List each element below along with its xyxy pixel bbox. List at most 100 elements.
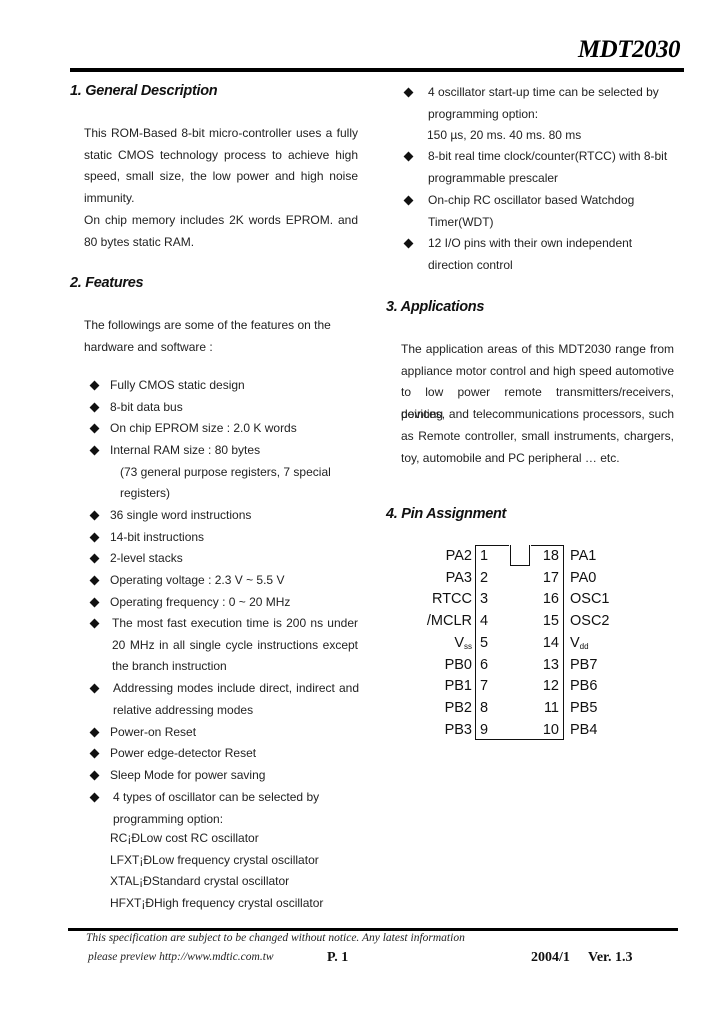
paragraph-line: hardware and software : — [84, 339, 213, 354]
feature-item-line: Power edge-detector Reset — [110, 746, 257, 760]
feature-item-line: 2-level stacks — [110, 551, 183, 565]
pin-name-text: PA2 — [445, 548, 472, 564]
pin-name-text: PB3 — [444, 721, 472, 738]
pin-name-text: PA0 — [570, 569, 597, 586]
pin-number: 11 — [543, 699, 559, 716]
bullet-diamond-icon — [89, 423, 100, 434]
feature-item-line: Internal RAM size : 80 bytes — [110, 443, 261, 457]
pin-name-left: PB3 — [445, 720, 472, 742]
pin-name-left: PB2 — [445, 698, 472, 720]
bullet-diamond-icon — [403, 87, 414, 98]
pin-name-left: PB0 — [445, 655, 472, 677]
pin-name-text: PB4 — [570, 721, 598, 738]
pin-name-left: RTCC — [432, 589, 472, 611]
pin-name-right: PB7 — [570, 655, 597, 677]
pin-number: 5 — [480, 634, 489, 651]
feature-item-line: 20 MHz in all single cycle instructions … — [112, 637, 358, 652]
feature-item-line: registers) — [120, 486, 171, 501]
pin-number: 12 — [542, 678, 559, 695]
feature-item-line: Operating frequency : 0 ~ 20 MHz — [110, 595, 291, 609]
paragraph-line: appliance motor control and high speed a… — [401, 363, 674, 378]
feature-item-line: programming option: — [428, 106, 539, 121]
pin-name-text: PB5 — [570, 699, 598, 716]
feature-item-line: On chip EPROM size : 2.0 K words — [110, 421, 297, 435]
pin-name-text: OSC2 — [570, 613, 610, 630]
pin-name-text: PB2 — [444, 699, 472, 716]
bullet-diamond-icon — [89, 683, 100, 694]
bullet-diamond-icon — [403, 195, 414, 206]
pin-name-right: PA0 — [570, 568, 596, 590]
feature-item-line: Operating voltage : 2.3 V ~ 5.5 V — [110, 573, 285, 587]
pin-number: 17 — [542, 569, 559, 586]
pin-number: 1 — [480, 548, 489, 564]
feature-item-line: 4 types of oscillator can be selected by — [113, 790, 320, 804]
paragraph-line: 80 bytes static RAM. — [84, 234, 195, 249]
feature-item-line: Sleep Mode for power saving — [110, 768, 266, 782]
revision-date: 2004/1 — [531, 950, 570, 965]
pin-name-right: OSC2 — [570, 611, 610, 633]
pin-name-left: /MCLR — [427, 611, 472, 633]
pin-name-right: OSC1 — [570, 589, 610, 611]
footer-notice-line1: This specification are subject to be cha… — [86, 932, 465, 944]
bullet-diamond-icon — [403, 151, 414, 162]
pin-name-text: RTCC — [431, 591, 472, 608]
pin-name-right: PB5 — [570, 698, 597, 720]
pin-number: 4 — [480, 613, 489, 630]
paragraph-line: The application areas of this MDT2030 ra… — [401, 342, 674, 356]
feature-item-line: direction control — [428, 257, 513, 272]
feature-item-line: (73 general purpose registers, 7 special — [120, 464, 331, 479]
pin-name-text: PA3 — [445, 569, 472, 586]
pin-number: 9 — [480, 721, 489, 738]
pin-number: 3 — [480, 591, 489, 608]
bullet-diamond-icon — [89, 597, 100, 608]
feature-item-line: the branch instruction — [112, 659, 227, 674]
feature-item-line: 12 I/O pins with their own independent — [428, 236, 633, 250]
pin-name-left: PA2 — [446, 546, 472, 568]
pin-name-text: OSC1 — [570, 591, 610, 608]
bullet-diamond-icon — [403, 238, 414, 249]
paragraph-line: static CMOS technology process to achiev… — [84, 147, 358, 162]
applications-heading: 3. Applications — [386, 299, 485, 315]
pin-name-text: PB1 — [444, 678, 472, 695]
paragraph-line: toy, automobile and PC peripheral … etc. — [401, 450, 620, 465]
pin-name-left: PB1 — [445, 676, 472, 698]
pin-number: 6 — [480, 656, 489, 673]
pin-name-text: PB0 — [444, 656, 472, 673]
document-title: MDT2030 — [577, 36, 681, 63]
bullet-diamond-icon — [89, 575, 100, 586]
paragraph-line: as Remote controller, small instruments,… — [401, 428, 674, 443]
feature-item-line: 36 single word instructions — [110, 508, 252, 522]
bullet-diamond-icon — [89, 532, 100, 543]
pin-name-text: V — [570, 634, 580, 651]
paragraph-line: speed, small size, the low power and hig… — [84, 169, 358, 184]
pin-number: 18 — [542, 548, 559, 564]
bullet-diamond-icon — [89, 618, 100, 629]
bullet-diamond-icon — [89, 792, 100, 803]
bullet-diamond-icon — [89, 727, 100, 738]
oscillator-type: RC¡ĐLow cost RC oscillator — [110, 831, 259, 845]
pin-number: 10 — [542, 721, 559, 738]
pin-name-subscript: dd — [579, 641, 589, 651]
feature-item-line: 4 oscillator start-up time can be select… — [428, 85, 659, 99]
feature-item-line: On-chip RC oscillator based Watchdog — [428, 193, 635, 207]
feature-item-line: Timer(WDT) — [428, 214, 494, 229]
feature-item-line: 14-bit instructions — [110, 530, 205, 544]
pin-name-left: PA3 — [446, 568, 472, 590]
bullet-diamond-icon — [89, 748, 100, 759]
feature-item-line: 8-bit real time clock/counter(RTCC) with… — [428, 149, 668, 163]
general-description-heading: 1. General Description — [70, 83, 218, 99]
feature-item-line: 150 µs, 20 ms. 40 ms. 80 ms — [427, 128, 582, 143]
page-number: P. 1 — [327, 950, 349, 965]
pin-number: 15 — [542, 613, 559, 630]
pin-name-right: PB6 — [570, 676, 597, 698]
pin-name-text: PA1 — [570, 548, 597, 564]
pin-name-text: PB7 — [570, 656, 598, 673]
pin-number: 7 — [480, 678, 489, 695]
bullet-diamond-icon — [89, 553, 100, 564]
feature-item-line: relative addressing modes — [113, 702, 254, 717]
pin-assignment-heading: 4. Pin Assignment — [386, 506, 507, 522]
chip-notch — [510, 545, 530, 566]
oscillator-type: XTAL¡ĐStandard crystal oscillator — [110, 874, 290, 889]
feature-item-line: Fully CMOS static design — [110, 378, 245, 392]
feature-item-line: 8-bit data bus — [110, 400, 183, 414]
